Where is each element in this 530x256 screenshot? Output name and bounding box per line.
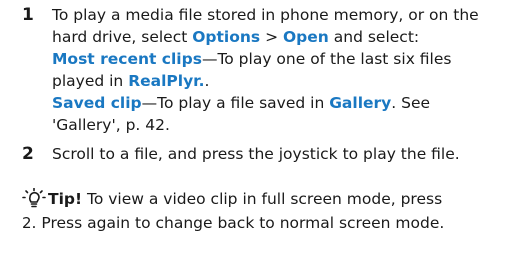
step-2-body: Scroll to a file, and press the joystick… bbox=[52, 143, 524, 165]
step-1-line-1: To play a media file stored in phone mem… bbox=[52, 6, 479, 24]
text-span: . See bbox=[391, 94, 431, 112]
gallery-ref: Gallery bbox=[329, 94, 392, 112]
most-recent-clips-option: Most recent clips bbox=[52, 50, 202, 68]
tip-icon bbox=[22, 187, 48, 210]
tip-text-line-1: To view a video clip in full screen mode… bbox=[82, 190, 443, 208]
options-menu-ref: Options bbox=[192, 28, 261, 46]
step-2-text: Scroll to a file, and press the joystick… bbox=[52, 145, 460, 163]
realplayer-ref: RealPlyr. bbox=[128, 72, 205, 90]
step-1-line-2: hard drive, select Options > Open and se… bbox=[52, 26, 524, 48]
tip-text-line-2: . Press again to change back to normal s… bbox=[31, 214, 445, 232]
option-description: —To play a file saved in bbox=[141, 94, 330, 112]
tip-label: Tip! bbox=[48, 190, 83, 208]
step-1-line-4: played in RealPlyr.. bbox=[52, 70, 524, 92]
step-1-body: To play a media file stored in phone mem… bbox=[52, 4, 524, 136]
key-2-icon: 2 bbox=[22, 214, 32, 232]
text-span: . bbox=[204, 72, 210, 90]
step-1-line-5: Saved clip—To play a file saved in Galle… bbox=[52, 92, 524, 114]
tip-line-1: Tip! To view a video clip in full screen… bbox=[22, 187, 443, 210]
text-span: hard drive, select bbox=[52, 28, 193, 46]
step-1-line-6: 'Gallery', p. 42. bbox=[52, 116, 170, 134]
step-number: 1 bbox=[22, 5, 34, 25]
text-span: played in bbox=[52, 72, 129, 90]
tip-line-2: 2. Press again to change back to normal … bbox=[22, 212, 444, 234]
menu-separator: > bbox=[260, 28, 283, 46]
option-description: —To play one of the last six files bbox=[201, 50, 452, 68]
step-1-line-3: Most recent clips—To play one of the las… bbox=[52, 48, 524, 70]
saved-clip-option: Saved clip bbox=[52, 94, 142, 112]
manual-page: 1 To play a media file stored in phone m… bbox=[0, 0, 530, 256]
open-menu-ref: Open bbox=[283, 28, 329, 46]
text-span: and select: bbox=[328, 28, 420, 46]
step-number: 2 bbox=[22, 144, 34, 164]
